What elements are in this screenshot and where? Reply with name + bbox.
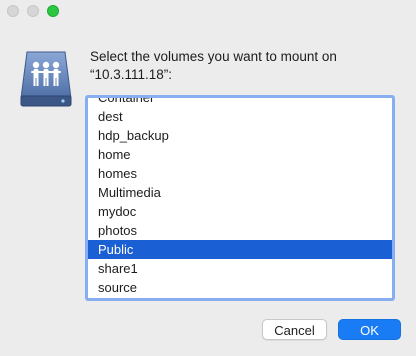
mount-volumes-dialog: Select the volumes you want to mount on … xyxy=(0,0,416,356)
volume-item[interactable]: Multimedia xyxy=(88,183,392,202)
volume-item[interactable]: home xyxy=(88,145,392,164)
volume-item[interactable]: mydoc xyxy=(88,202,392,221)
ok-button[interactable]: OK xyxy=(338,319,401,340)
cancel-button[interactable]: Cancel xyxy=(262,319,327,340)
volume-list[interactable]: Container dest hdp_backup home homes Multimed… xyxy=(85,95,395,301)
close-window-button[interactable] xyxy=(7,5,19,17)
volume-list-content: Container dest hdp_backup home homes Multimed… xyxy=(88,98,392,297)
server-share-icon xyxy=(20,51,72,107)
zoom-window-button[interactable] xyxy=(47,5,59,17)
volume-item[interactable]: Public xyxy=(88,240,392,259)
window-controls xyxy=(7,5,59,17)
volume-item[interactable]: Container xyxy=(88,98,392,107)
mount-prompt-text: Select the volumes you want to mount on … xyxy=(90,49,337,82)
volume-item[interactable]: source xyxy=(88,278,392,297)
volume-item[interactable]: photos xyxy=(88,221,392,240)
volume-item[interactable]: share1 xyxy=(88,259,392,278)
volume-item[interactable]: dest xyxy=(88,107,392,126)
volume-item[interactable]: hdp_backup xyxy=(88,126,392,145)
minimize-window-button[interactable] xyxy=(27,5,39,17)
volume-item[interactable]: homes xyxy=(88,164,392,183)
